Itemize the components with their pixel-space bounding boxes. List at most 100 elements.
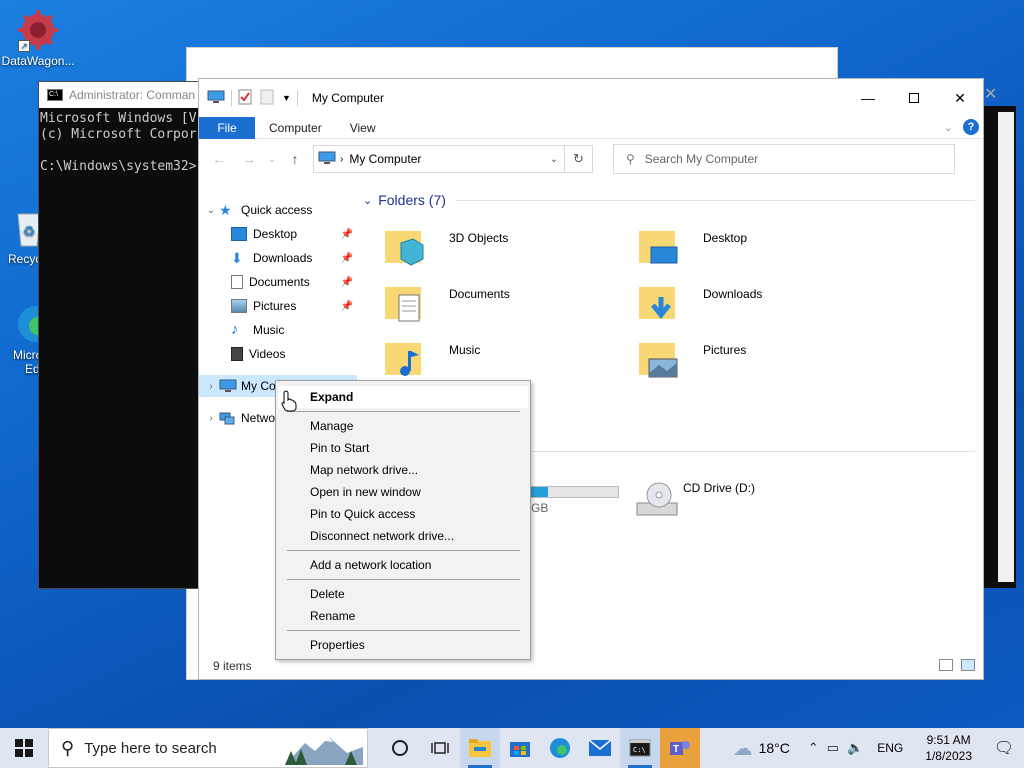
taskbar-file-explorer[interactable] bbox=[460, 728, 500, 768]
search-input[interactable]: ⚲ Search My Computer bbox=[613, 144, 955, 174]
scrollbar[interactable] bbox=[998, 112, 1014, 582]
network-icon[interactable]: ▭ bbox=[827, 740, 839, 756]
sidebar-item-music[interactable]: ♪ Music bbox=[199, 319, 357, 341]
up-arrow-icon[interactable]: ↑ bbox=[283, 151, 307, 167]
chevron-right-icon[interactable]: › bbox=[203, 413, 219, 424]
search-placeholder: Type here to search bbox=[84, 739, 217, 757]
menu-item-properties[interactable]: Properties bbox=[276, 634, 530, 656]
folder-desktop[interactable]: Desktop bbox=[637, 223, 867, 273]
desktop-icon-recycle-bin[interactable]: ♻ Recyc bbox=[0, 206, 41, 266]
pin-icon[interactable]: 📌 bbox=[341, 253, 353, 264]
close-button[interactable]: ✕ bbox=[937, 79, 983, 117]
task-view-button-2[interactable] bbox=[420, 728, 460, 768]
desktop-icon-datawagon[interactable]: ↗ DataWagon... bbox=[0, 8, 76, 68]
sidebar-item-desktop[interactable]: Desktop 📌 bbox=[199, 223, 357, 245]
breadcrumb-separator-icon[interactable]: › bbox=[340, 154, 343, 165]
cmd-icon: C:\ bbox=[47, 89, 63, 101]
ribbon: File Computer View ⌄ ? bbox=[199, 116, 983, 139]
menu-separator bbox=[287, 579, 520, 580]
menu-item-add-network-location[interactable]: Add a network location bbox=[276, 554, 530, 576]
tab-file[interactable]: File bbox=[199, 116, 255, 139]
pin-icon[interactable]: 📌 bbox=[341, 277, 353, 288]
pin-icon[interactable]: 📌 bbox=[341, 301, 353, 312]
menu-item-pin-to-start[interactable]: Pin to Start bbox=[276, 437, 530, 459]
notification-center-icon[interactable]: 🗨 bbox=[984, 738, 1024, 758]
tab-computer[interactable]: Computer bbox=[255, 117, 336, 139]
desktop-icon-edge[interactable]: Micro Ed bbox=[0, 302, 54, 376]
close-icon: ✕ bbox=[954, 89, 966, 106]
computer-icon bbox=[207, 90, 225, 107]
folder-downloads-icon bbox=[639, 287, 675, 320]
music-note-icon: ♪ bbox=[231, 321, 239, 338]
sidebar-item-label: Desktop bbox=[253, 227, 298, 241]
new-folder-icon[interactable] bbox=[260, 89, 274, 108]
taskbar-store[interactable] bbox=[500, 728, 540, 768]
usage-fill bbox=[530, 487, 548, 497]
menu-item-manage[interactable]: Manage bbox=[276, 415, 530, 437]
taskbar: ⚲ Type here to search C:\ T ☁ 18°C ⌃ ▭ 🔈… bbox=[0, 728, 1024, 768]
sidebar-item-label: Netwo bbox=[241, 411, 276, 425]
clock[interactable]: 9:51 AM 1/8/2023 bbox=[925, 732, 972, 764]
window-title: My Computer bbox=[311, 91, 384, 105]
sidebar-item-downloads[interactable]: ⬇ Downloads 📌 bbox=[199, 247, 357, 269]
recent-locations-icon[interactable]: ⌄ bbox=[267, 154, 277, 165]
breadcrumb[interactable]: My Computer bbox=[349, 152, 421, 166]
expand-ribbon-icon[interactable]: ⌄ bbox=[944, 121, 953, 134]
details-view-icon[interactable] bbox=[939, 659, 953, 671]
forward-arrow-icon[interactable]: → bbox=[237, 151, 261, 167]
folder-pictures[interactable]: Pictures bbox=[637, 335, 867, 385]
shortcut-arrow-icon: ↗ bbox=[18, 40, 30, 52]
sidebar-item-documents[interactable]: Documents 📌 bbox=[199, 271, 357, 293]
taskbar-edge[interactable] bbox=[540, 728, 580, 768]
menu-item-delete[interactable]: Delete bbox=[276, 583, 530, 605]
system-tray: ☁ 18°C ⌃ ▭ 🔈 ENG 9:51 AM 1/8/2023 🗨 bbox=[733, 728, 1024, 768]
download-arrow-icon: ⬇ bbox=[231, 250, 243, 266]
sidebar-item-videos[interactable]: Videos bbox=[199, 343, 357, 365]
desktop-icon-label-2: Ed bbox=[25, 362, 40, 376]
weather-widget[interactable]: ☁ 18°C bbox=[733, 736, 790, 761]
help-icon[interactable]: ? bbox=[963, 119, 979, 135]
chevron-down-icon[interactable]: ⌄ bbox=[550, 154, 558, 165]
chevron-up-icon[interactable]: ⌃ bbox=[808, 740, 819, 756]
taskbar-mail[interactable] bbox=[580, 728, 620, 768]
properties-icon[interactable] bbox=[238, 89, 252, 108]
task-view-button[interactable] bbox=[380, 728, 420, 768]
minimize-icon: — bbox=[861, 90, 875, 106]
cd-drive[interactable]: CD Drive (D:) bbox=[633, 475, 863, 525]
taskbar-search-input[interactable]: ⚲ Type here to search bbox=[48, 728, 368, 768]
menu-item-pin-to-quick-access[interactable]: Pin to Quick access bbox=[276, 503, 530, 525]
folders-group-header[interactable]: ⌄ Folders (7) bbox=[363, 192, 975, 208]
folder-music[interactable]: Music bbox=[383, 335, 613, 385]
sidebar-item-pictures[interactable]: Pictures 📌 bbox=[199, 295, 357, 317]
minimize-button[interactable]: — bbox=[845, 79, 891, 117]
start-button[interactable] bbox=[0, 728, 48, 768]
taskbar-command-prompt[interactable]: C:\ bbox=[620, 728, 660, 768]
menu-item-map-network-drive[interactable]: Map network drive... bbox=[276, 459, 530, 481]
folder-documents[interactable]: Documents bbox=[383, 279, 613, 329]
menu-item-open-in-new-window[interactable]: Open in new window bbox=[276, 481, 530, 503]
menu-item-rename[interactable]: Rename bbox=[276, 605, 530, 627]
chevron-down-icon[interactable]: ⌄ bbox=[203, 205, 219, 216]
explorer-titlebar[interactable]: ▼ My Computer — ✕ bbox=[199, 79, 983, 117]
language-indicator[interactable]: ENG bbox=[877, 741, 903, 755]
pin-icon[interactable]: 📌 bbox=[341, 229, 353, 240]
taskbar-teams[interactable]: T bbox=[660, 728, 700, 768]
search-icon: ⚲ bbox=[61, 737, 75, 758]
cloud-icon: ☁ bbox=[732, 737, 753, 760]
folder-3d-objects[interactable]: 3D Objects bbox=[383, 223, 613, 273]
volume-icon[interactable]: 🔈 bbox=[847, 740, 863, 756]
tab-view[interactable]: View bbox=[336, 117, 390, 139]
large-icons-view-icon[interactable] bbox=[961, 659, 975, 671]
refresh-icon[interactable]: ↻ bbox=[564, 146, 592, 172]
customize-toolbar-dropdown-icon[interactable]: ▼ bbox=[282, 93, 291, 103]
menu-item-expand[interactable]: Expand bbox=[278, 386, 528, 408]
maximize-button[interactable] bbox=[891, 79, 937, 117]
sidebar-item-quick-access[interactable]: ⌄ ★ Quick access bbox=[199, 199, 357, 221]
teams-icon: T bbox=[670, 741, 690, 755]
chevron-right-icon[interactable]: › bbox=[203, 381, 219, 392]
back-arrow-icon[interactable]: ← bbox=[207, 151, 231, 167]
folder-downloads[interactable]: Downloads bbox=[637, 279, 867, 329]
menu-item-disconnect-network-drive[interactable]: Disconnect network drive... bbox=[276, 525, 530, 547]
background-window-close-icon[interactable]: ✕ bbox=[984, 84, 997, 104]
address-bar[interactable]: › My Computer ⌄ ↻ bbox=[313, 145, 593, 173]
